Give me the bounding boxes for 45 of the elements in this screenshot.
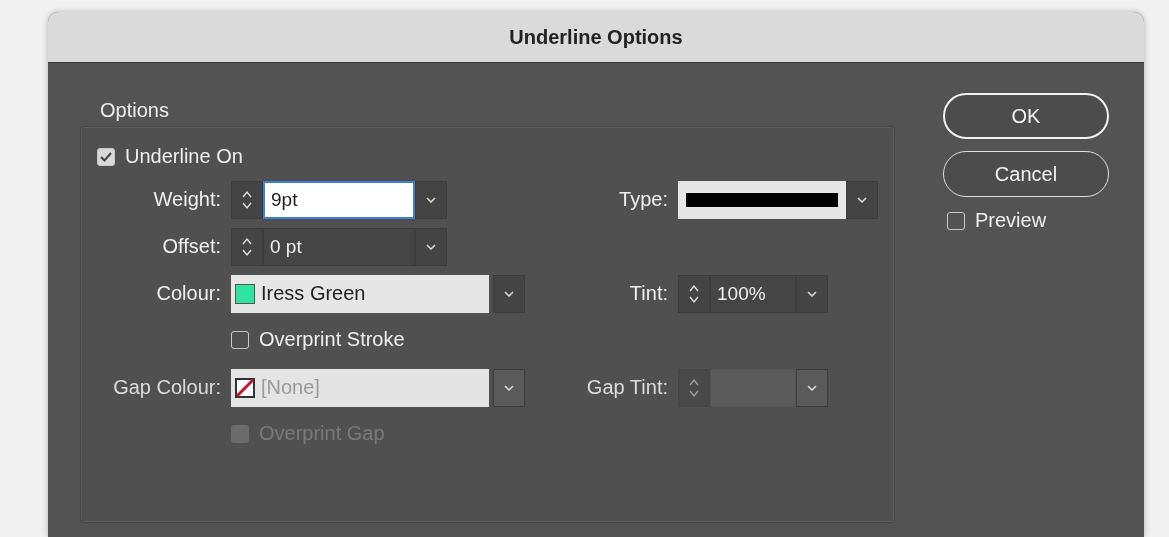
number-field[interactable]: 9pt (263, 180, 415, 219)
field-label: Colour: (156, 282, 221, 305)
stepper-icon (689, 377, 699, 398)
stepper-icon (689, 283, 699, 304)
checkbox[interactable] (947, 211, 965, 230)
window-title: Underline Options (509, 25, 683, 49)
chevron-down-icon (426, 196, 436, 203)
field-label: Gap Tint: (586, 376, 668, 399)
dropdown-button[interactable] (493, 368, 525, 407)
dialog-button[interactable]: OK (943, 93, 1109, 139)
dropdown-button[interactable] (846, 180, 878, 219)
field-label: Gap Colour: (113, 376, 221, 399)
chevron-down-icon (504, 384, 514, 391)
checkmark-icon (100, 151, 112, 162)
chevron-down-icon (857, 196, 867, 203)
stepper-button[interactable] (678, 274, 710, 313)
checkbox-label: Overprint Stroke (259, 328, 405, 352)
stepper-icon (242, 236, 252, 257)
colour-select[interactable]: Iress Green (231, 274, 489, 313)
line-type-select[interactable] (678, 180, 846, 219)
group-label: Options (100, 99, 170, 122)
number-field[interactable]: 100% (710, 274, 796, 313)
stepper-icon (242, 189, 252, 210)
dropdown-button[interactable] (415, 227, 447, 266)
stepper-button[interactable] (231, 227, 263, 266)
field-label: Offset: (162, 235, 221, 258)
chevron-down-icon (807, 290, 817, 297)
checkbox[interactable] (231, 330, 249, 349)
dropdown-button[interactable] (493, 274, 525, 313)
dropdown-button[interactable] (415, 180, 447, 219)
chevron-down-icon (807, 384, 817, 391)
stepper-button[interactable] (678, 368, 710, 407)
checkbox[interactable] (97, 147, 115, 166)
field-label: Weight: (153, 188, 221, 211)
field-label: Type: (619, 188, 668, 211)
checkbox-label: Underline On (125, 145, 243, 168)
number-field[interactable]: 0 pt (263, 227, 415, 266)
stepper-button[interactable] (231, 180, 263, 219)
chevron-down-icon (504, 290, 514, 297)
dropdown-button[interactable] (796, 274, 828, 313)
field-label: Tint: (629, 282, 668, 305)
chevron-down-icon (426, 243, 436, 250)
checkbox-label: Preview (975, 209, 1047, 232)
dropdown-button[interactable] (796, 368, 828, 407)
dialog-button[interactable]: Cancel (943, 151, 1109, 197)
